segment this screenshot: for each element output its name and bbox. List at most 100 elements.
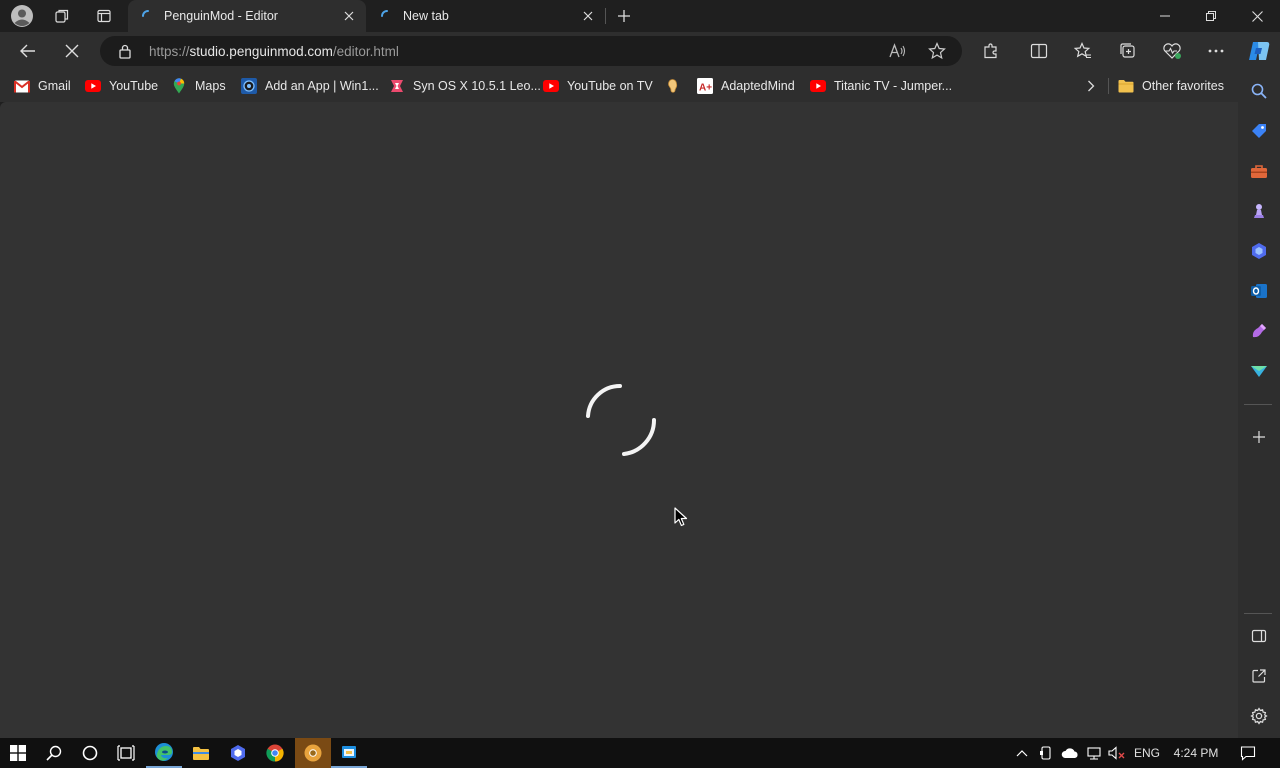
favorite-titanic-tv[interactable]: Titanic TV - Jumper... <box>810 77 952 95</box>
tray-network-button[interactable] <box>1084 738 1104 768</box>
sidebar-divider <box>1244 613 1272 614</box>
collections-button[interactable] <box>1113 37 1143 65</box>
taskbar-edge[interactable] <box>146 738 182 768</box>
stop-loading-button[interactable] <box>57 37 87 65</box>
page-content[interactable] <box>0 102 1238 738</box>
windows-taskbar: ENG 4:24 PM <box>0 738 1280 768</box>
chevron-up-icon <box>1016 750 1028 757</box>
chevron-right-icon <box>1088 80 1095 92</box>
window-close-button[interactable] <box>1234 0 1280 32</box>
tab-penguinmod-editor[interactable]: PenguinMod - Editor <box>128 0 366 32</box>
app-icon <box>241 78 257 94</box>
taskbar-search-button[interactable] <box>36 738 72 768</box>
minimize-button[interactable] <box>1142 0 1188 32</box>
copilot-hexagon-icon <box>1252 243 1266 259</box>
tray-language-button[interactable]: ENG <box>1130 738 1164 768</box>
search-icon <box>1251 83 1267 99</box>
favorite-gmail[interactable]: Gmail <box>14 77 71 95</box>
favorite-add-an-app[interactable]: Add an App | Win1... <box>241 77 379 95</box>
browser-essentials-button[interactable] <box>1157 37 1187 65</box>
favorites-star-list-icon <box>1074 42 1091 59</box>
youtube-icon <box>85 80 101 92</box>
favorites-button[interactable] <box>1068 37 1098 65</box>
tab-close-button[interactable] <box>579 7 597 25</box>
paper-plane-icon <box>1251 366 1267 377</box>
workspaces-button[interactable] <box>44 2 80 30</box>
url-path: /editor.html <box>332 44 399 59</box>
sidebar-settings-button[interactable] <box>1246 703 1272 729</box>
youtube-icon <box>543 80 559 92</box>
back-button[interactable] <box>13 37 43 65</box>
tab-close-button[interactable] <box>340 7 358 25</box>
favorite-maps[interactable]: Maps <box>171 77 226 95</box>
taskbar-app-window[interactable] <box>331 738 367 768</box>
taskbar-file-explorer[interactable] <box>183 738 219 768</box>
heart-pulse-icon <box>1163 43 1181 59</box>
tray-meet-now-button[interactable] <box>1036 738 1056 768</box>
sidebar-outlook-button[interactable] <box>1246 278 1272 304</box>
svg-text:A+: A+ <box>699 83 712 94</box>
favorite-ear[interactable] <box>665 77 681 95</box>
url-text[interactable]: https://studio.penguinmod.com/editor.htm… <box>149 44 399 59</box>
sidebar-open-window-button[interactable] <box>1246 663 1272 689</box>
sidebar-search-button[interactable] <box>1246 78 1272 104</box>
restore-button[interactable] <box>1188 0 1234 32</box>
task-view-icon <box>117 745 135 761</box>
tray-onedrive-button[interactable] <box>1058 738 1082 768</box>
lock-icon[interactable] <box>118 43 132 59</box>
more-horizontal-icon <box>1208 49 1224 53</box>
start-button[interactable] <box>0 738 36 768</box>
sidebar-games-button[interactable] <box>1246 198 1272 224</box>
sidebar-hide-button[interactable] <box>1246 623 1272 649</box>
cortana-circle-icon <box>82 745 98 761</box>
favorite-adaptedmind[interactable]: A+ AdaptedMind <box>697 77 795 95</box>
url-host: studio.penguinmod.com <box>189 44 333 59</box>
copilot-button[interactable] <box>1244 37 1274 65</box>
taskbar-chrome-canary[interactable] <box>295 738 331 768</box>
sidebar-tools-button[interactable] <box>1246 158 1272 184</box>
chrome-icon <box>304 744 322 762</box>
cortana-button[interactable] <box>72 738 108 768</box>
favorite-youtube-on-tv[interactable]: YouTube on TV <box>543 77 653 95</box>
split-screen-button[interactable] <box>1024 37 1054 65</box>
sidebar-copilot-button[interactable] <box>1246 238 1272 264</box>
address-bar[interactable]: https://studio.penguinmod.com/editor.htm… <box>100 36 962 66</box>
profile-avatar-icon <box>11 5 33 27</box>
taskbar-chrome[interactable] <box>257 738 293 768</box>
sidebar-shopping-button[interactable] <box>1246 118 1272 144</box>
other-favorites-folder[interactable]: Other favorites <box>1118 77 1224 95</box>
collections-icon <box>1120 43 1135 58</box>
tray-volume-button[interactable] <box>1106 738 1128 768</box>
task-view-button[interactable] <box>108 738 144 768</box>
stop-icon <box>65 44 79 58</box>
sidebar-add-button[interactable] <box>1246 424 1272 450</box>
more-favorites-button[interactable] <box>1082 77 1100 95</box>
sidebar-designer-button[interactable] <box>1246 318 1272 344</box>
designer-icon <box>1252 324 1266 338</box>
chrome-icon <box>266 744 284 762</box>
tray-notifications-button[interactable] <box>1234 738 1262 768</box>
restore-icon <box>1206 11 1216 21</box>
tab-new-tab[interactable]: New tab <box>367 0 605 32</box>
chess-piece-icon <box>1254 204 1264 218</box>
folder-icon <box>1118 80 1134 93</box>
favorite-youtube[interactable]: YouTube <box>85 77 158 95</box>
plus-icon <box>1253 431 1265 443</box>
favorite-syn-os[interactable]: Syn OS X 10.5.1 Leo... <box>389 77 541 95</box>
profile-button[interactable] <box>4 2 40 30</box>
extensions-button[interactable] <box>976 37 1006 65</box>
settings-more-button[interactable] <box>1201 37 1231 65</box>
folder-icon <box>193 747 209 760</box>
taskbar-app-hexagon[interactable] <box>220 738 256 768</box>
add-favorite-button[interactable] <box>926 41 948 61</box>
edge-sidebar <box>1238 70 1280 738</box>
maps-icon <box>173 78 185 94</box>
tab-actions-button[interactable] <box>86 2 122 30</box>
show-hidden-icons-button[interactable] <box>1012 738 1032 768</box>
read-aloud-button[interactable] <box>886 41 908 61</box>
clock-time: 4:24 PM <box>1173 746 1219 760</box>
new-tab-button[interactable] <box>606 2 642 30</box>
tray-clock-button[interactable]: 4:24 PM <box>1168 738 1224 768</box>
outlook-icon <box>1251 284 1267 298</box>
sidebar-send-button[interactable] <box>1246 358 1272 384</box>
